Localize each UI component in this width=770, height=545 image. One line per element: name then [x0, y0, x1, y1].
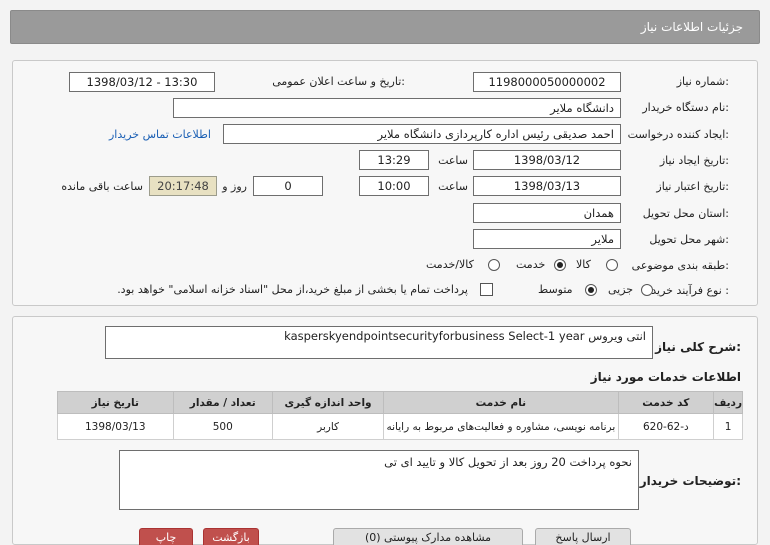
- province-label: استان محل تحویل:: [642, 207, 729, 220]
- category-radio-service[interactable]: [554, 259, 566, 271]
- need-info-panel: شماره نیاز: 1198000050000002 تاریخ و ساع…: [12, 60, 758, 306]
- summary-field: انتی ویروس kasperskyendpointsecurityforb…: [105, 326, 653, 359]
- category-radio-goods-service[interactable]: [488, 259, 500, 271]
- description-label: توضیحات خریدار:: [639, 474, 741, 488]
- cell-service-code: د-62-620: [617, 413, 715, 440]
- category-radio-goods[interactable]: [606, 259, 618, 271]
- cell-need-date: 1398/03/13: [57, 413, 174, 440]
- process-radio-medium[interactable]: [585, 284, 597, 296]
- buyer-org-field: دانشگاه ملایر: [173, 98, 621, 118]
- requester-field: احمد صدیقی رئیس اداره کارپردازی دانشگاه …: [223, 124, 621, 144]
- validity-date-field: 1398/03/13: [473, 176, 621, 196]
- process-radio-minor[interactable]: [641, 284, 653, 296]
- cell-service-name: برنامه نویسی، مشاوره و فعالیت‌های مربوط …: [383, 413, 619, 440]
- services-header-row: ردیف کد خدمت نام خدمت واحد اندازه گیری ت…: [57, 391, 743, 414]
- back-button[interactable]: بازگشت: [203, 528, 259, 545]
- table-row: 1 د-62-620 برنامه نویسی، مشاوره و فعالیت…: [57, 413, 743, 440]
- payment-note: پرداخت تمام یا بخشی از مبلغ خرید،از محل …: [117, 283, 468, 296]
- process-option-minor: جزیی: [608, 283, 634, 296]
- created-time-field: 13:29: [359, 150, 429, 170]
- col-need-date: تاریخ نیاز: [57, 391, 174, 414]
- created-date-field: 1398/03/12: [473, 150, 621, 170]
- announce-label: تاریخ و ساعت اعلان عمومی:: [272, 75, 405, 88]
- page-header: جزئیات اطلاعات نیاز: [10, 10, 760, 44]
- announce-field: 1398/03/12 - 13:30: [69, 72, 215, 92]
- col-service-name: نام خدمت: [383, 391, 619, 414]
- need-details-panel: شرح کلی نیاز: انتی ویروس kasperskyendpoi…: [12, 316, 758, 545]
- col-row: ردیف: [713, 391, 743, 414]
- remaining-time-field: 20:17:48: [149, 176, 217, 196]
- days-field: 0: [253, 176, 323, 196]
- days-label: روز و: [222, 180, 247, 193]
- process-option-medium: متوسط: [538, 283, 573, 296]
- summary-label: شرح کلی نیاز:: [655, 340, 741, 354]
- category-option-goods-service: کالا/خدمت: [426, 258, 474, 271]
- col-quantity: تعداد / مقدار: [172, 391, 273, 414]
- col-unit: واحد اندازه گیری: [271, 391, 385, 414]
- process-label: نوع فرآیند خرید :: [651, 284, 729, 297]
- services-title: اطلاعات خدمات مورد نیاز: [590, 370, 741, 384]
- requester-label: ایجاد کننده درخواست:: [627, 128, 729, 141]
- attachments-button[interactable]: مشاهده مدارک پیوستی (0): [333, 528, 523, 545]
- treasury-checkbox[interactable]: [480, 283, 493, 296]
- print-button[interactable]: چاپ: [139, 528, 193, 545]
- province-field: همدان: [473, 203, 621, 223]
- category-option-service: خدمت: [516, 258, 546, 271]
- remaining-label: ساعت باقی مانده: [61, 180, 143, 193]
- buyer-org-label: نام دستگاه خریدار:: [642, 101, 729, 114]
- cell-unit: کاربر: [271, 413, 385, 440]
- city-label: شهر محل تحویل:: [649, 233, 729, 246]
- need-number-field: 1198000050000002: [473, 72, 621, 92]
- contact-buyer-link[interactable]: اطلاعات تماس خریدار: [109, 128, 211, 141]
- services-table: ردیف کد خدمت نام خدمت واحد اندازه گیری ت…: [57, 391, 743, 440]
- page-title: جزئیات اطلاعات نیاز: [640, 20, 743, 34]
- city-field: ملایر: [473, 229, 621, 249]
- validity-label: تاریخ اعتبار نیاز:: [656, 180, 729, 193]
- created-date-label: تاریخ ایجاد نیاز:: [659, 154, 729, 167]
- reply-button[interactable]: ارسال پاسخ: [535, 528, 631, 545]
- description-field: نحوه پرداخت 20 روز بعد از تحویل کالا و ت…: [119, 450, 639, 510]
- category-label: طبقه بندی موضوعی:: [631, 259, 729, 272]
- validity-time-label: ساعت: [438, 180, 468, 193]
- validity-time-field: 10:00: [359, 176, 429, 196]
- created-time-label: ساعت: [438, 154, 468, 167]
- need-number-label: شماره نیاز:: [676, 75, 729, 88]
- cell-quantity: 500: [172, 413, 273, 440]
- category-option-goods: کالا: [576, 258, 591, 271]
- col-service-code: کد خدمت: [617, 391, 715, 414]
- cell-row: 1: [713, 413, 743, 440]
